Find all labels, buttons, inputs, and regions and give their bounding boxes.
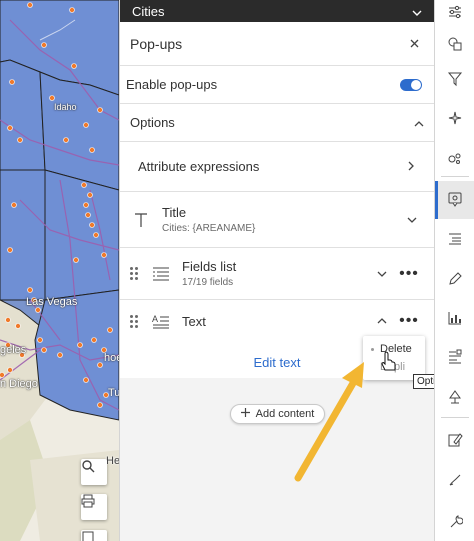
tree-icon bbox=[447, 389, 463, 408]
add-content-button[interactable]: Add content bbox=[229, 404, 326, 424]
edit-text-link[interactable]: Edit text bbox=[254, 355, 301, 370]
text-element-name: Text bbox=[182, 313, 206, 329]
map-label-san-diego: n Diego bbox=[0, 378, 38, 390]
tool-popups[interactable] bbox=[435, 181, 474, 219]
add-content-label: Add content bbox=[255, 408, 315, 420]
layer-selector[interactable]: Cities bbox=[120, 0, 434, 22]
tool-sketch[interactable] bbox=[435, 379, 474, 417]
chevron-down-icon bbox=[412, 4, 422, 19]
map-view[interactable]: Idaho Las Vegas geles n Diego hoenix Tu … bbox=[0, 0, 119, 541]
chevron-down-icon[interactable] bbox=[400, 217, 424, 223]
drag-handle-icon[interactable] bbox=[130, 267, 140, 280]
enable-popups-label: Enable pop-ups bbox=[126, 77, 218, 92]
tool-charts[interactable] bbox=[435, 300, 474, 338]
tool-sketch-draw[interactable] bbox=[435, 462, 474, 500]
attribute-expressions-row[interactable]: Attribute expressions bbox=[120, 142, 434, 192]
chevron-right-icon bbox=[408, 159, 414, 174]
tool-configure[interactable] bbox=[435, 503, 474, 541]
fields-list-element-row[interactable]: Fields list 17/19 fields ••• bbox=[120, 248, 434, 300]
close-icon[interactable] bbox=[404, 34, 424, 54]
filter-icon bbox=[447, 71, 463, 90]
options-section-header[interactable]: Options bbox=[120, 104, 434, 142]
wrench-icon bbox=[447, 513, 464, 532]
title-element-sub: Cities: {AREANAME} bbox=[162, 223, 256, 234]
svg-text:A: A bbox=[152, 314, 158, 324]
popups-panel: Cities Pop-ups Enable pop-ups Options At… bbox=[119, 0, 456, 541]
edit-icon bbox=[447, 432, 463, 451]
tool-aggregation[interactable] bbox=[435, 140, 474, 178]
cluster-icon bbox=[447, 150, 463, 169]
title-type-icon bbox=[130, 211, 152, 229]
text-element-icon: A bbox=[150, 313, 172, 329]
right-toolbar bbox=[434, 0, 474, 541]
plus-icon bbox=[240, 408, 250, 420]
sparkle-icon bbox=[447, 110, 463, 129]
map-label-las-vegas: Las Vegas bbox=[26, 296, 78, 308]
more-options-icon[interactable]: ••• bbox=[394, 312, 424, 330]
enable-popups-toggle[interactable] bbox=[400, 78, 422, 91]
sliders-icon bbox=[447, 4, 463, 23]
form-icon bbox=[447, 349, 463, 368]
drag-handle-icon[interactable] bbox=[130, 314, 140, 328]
chevron-down-icon[interactable] bbox=[370, 271, 394, 277]
toolbar-separator bbox=[441, 417, 469, 418]
chart-icon bbox=[447, 310, 463, 329]
map-label-hermosillo: Her bbox=[106, 455, 119, 467]
panel-title: Pop-ups bbox=[130, 35, 183, 52]
map-search-button[interactable] bbox=[81, 459, 107, 485]
map-label-tucson: Tu bbox=[108, 387, 119, 399]
fields-list-name: Fields list bbox=[182, 259, 237, 274]
pen-icon bbox=[447, 271, 463, 290]
map-extra-button[interactable] bbox=[81, 530, 107, 541]
chevron-up-icon[interactable] bbox=[370, 318, 394, 324]
panel-header: Pop-ups bbox=[120, 22, 434, 66]
panel-empty-area bbox=[120, 378, 435, 541]
title-element-name: Title bbox=[162, 205, 187, 220]
tool-forms[interactable] bbox=[435, 339, 474, 377]
fields-list-sub: 17/19 fields bbox=[182, 277, 234, 288]
fields-list-icon bbox=[150, 266, 172, 282]
more-options-icon[interactable]: ••• bbox=[394, 265, 424, 283]
tool-effects[interactable] bbox=[435, 100, 474, 138]
attribute-expressions-label: Attribute expressions bbox=[138, 159, 260, 174]
map-label-idaho: Idaho bbox=[54, 102, 77, 112]
brush-icon bbox=[447, 472, 463, 491]
menu-item-delete-label: Delete bbox=[380, 343, 412, 355]
tool-styles[interactable] bbox=[435, 26, 474, 64]
add-content-wrap: Add content bbox=[120, 404, 435, 424]
options-label: Options bbox=[130, 115, 175, 130]
map-label-phoenix: hoenix bbox=[104, 352, 119, 364]
layer-name: Cities bbox=[132, 3, 165, 19]
tool-labels[interactable] bbox=[435, 261, 474, 299]
popup-icon bbox=[447, 191, 463, 210]
toolbar-separator bbox=[441, 176, 469, 177]
enable-popups-row: Enable pop-ups bbox=[120, 66, 434, 104]
tool-filter[interactable] bbox=[435, 61, 474, 99]
list-icon bbox=[447, 231, 463, 250]
map-print-button[interactable] bbox=[81, 494, 107, 520]
chevron-up-icon bbox=[414, 115, 424, 130]
tool-edit[interactable] bbox=[435, 422, 474, 460]
title-element-row[interactable]: Title Cities: {AREANAME} bbox=[120, 192, 434, 248]
menu-item-duplicate-label: Dupli bbox=[380, 361, 406, 373]
tool-fields[interactable] bbox=[435, 221, 474, 259]
map-label-los-angeles: geles bbox=[0, 344, 27, 356]
shapes-icon bbox=[447, 36, 463, 55]
menu-item-delete[interactable]: Delete bbox=[363, 340, 425, 358]
